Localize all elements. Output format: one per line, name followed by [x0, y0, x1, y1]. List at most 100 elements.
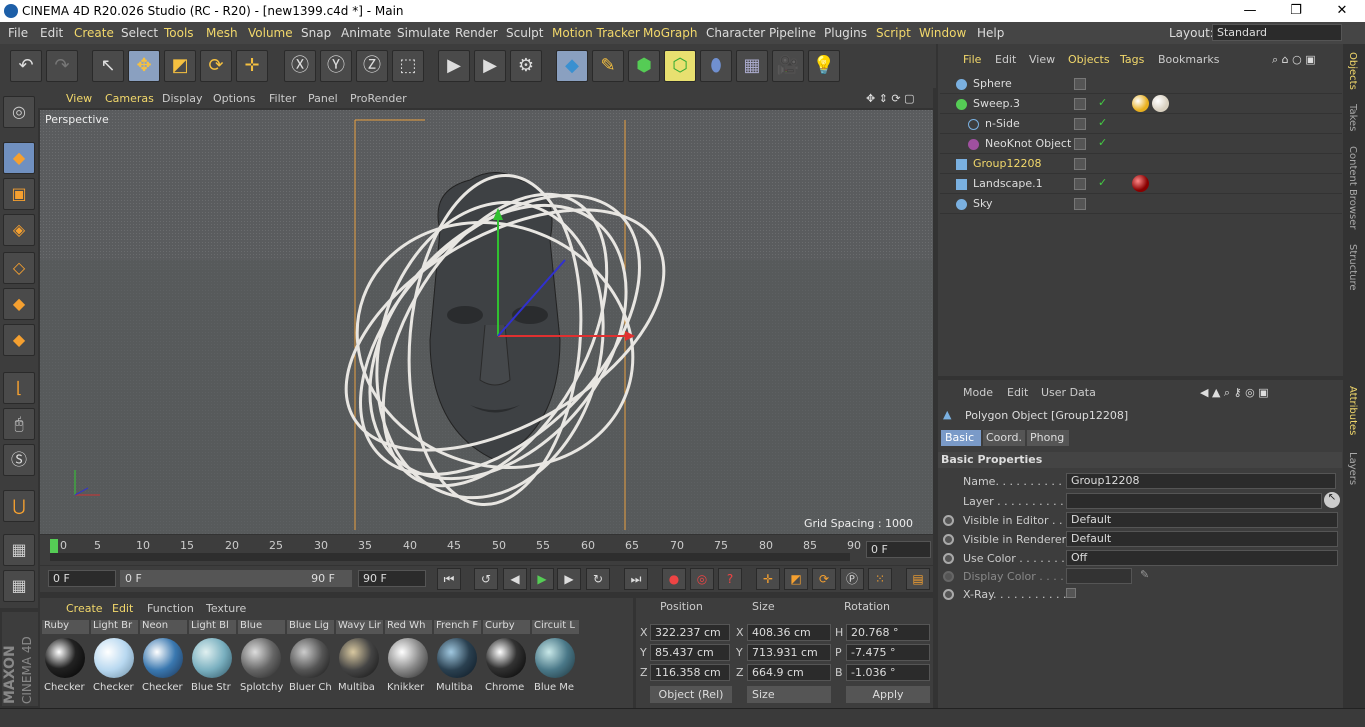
- menu-motion-tracker[interactable]: Motion Tracker: [552, 26, 640, 40]
- material-swatch[interactable]: Light Br Checker: [91, 620, 138, 700]
- enabled-check-icon[interactable]: ✓: [1098, 96, 1107, 109]
- eyedropper-icon[interactable]: ✎: [1140, 568, 1149, 581]
- menu-edit[interactable]: Edit: [40, 26, 63, 40]
- xray-radio[interactable]: [943, 589, 954, 600]
- object-row[interactable]: Sweep.3 ✓: [940, 94, 1342, 114]
- undo-icon[interactable]: ↶: [10, 50, 42, 82]
- use-color-select[interactable]: Off: [1066, 550, 1338, 566]
- obj-menu-bookmarks[interactable]: Bookmarks: [1158, 53, 1219, 66]
- y-axis-icon[interactable]: Ⓨ: [320, 50, 352, 82]
- live-selection-icon[interactable]: ↖: [92, 50, 124, 82]
- key-parameter-icon[interactable]: Ⓟ: [840, 568, 864, 590]
- object-row[interactable]: Landscape.1 ✓: [940, 174, 1342, 194]
- menu-file[interactable]: File: [8, 26, 28, 40]
- menu-mograph[interactable]: MoGraph: [643, 26, 698, 40]
- tab-objects[interactable]: Objects: [1347, 52, 1358, 90]
- goto-prev-key-icon[interactable]: ↺: [474, 568, 498, 590]
- attr-menu-mode[interactable]: Mode: [963, 386, 993, 399]
- material-swatch[interactable]: Curby Chrome: [483, 620, 530, 700]
- material-swatch[interactable]: Blue Lig Bluer Ch: [287, 620, 334, 700]
- visibility-toggle[interactable]: [1074, 118, 1086, 130]
- close-button[interactable]: ✕: [1319, 0, 1365, 22]
- material-swatch[interactable]: Blue Splotchy: [238, 620, 285, 700]
- obj-search-icon[interactable]: ⌕ ⌂ ○ ▣: [1272, 53, 1316, 67]
- polygons-mode-icon[interactable]: ◆: [3, 324, 35, 356]
- play-icon[interactable]: ▶: [530, 568, 554, 590]
- start-frame-field[interactable]: 0 F: [48, 570, 116, 587]
- light-icon[interactable]: 💡: [808, 50, 840, 82]
- menu-script[interactable]: Script: [876, 26, 911, 40]
- viewport-menu-prorender[interactable]: ProRender: [350, 92, 407, 105]
- points-mode-icon[interactable]: ◇: [3, 252, 35, 284]
- maximize-button[interactable]: ❐: [1273, 0, 1319, 22]
- visible-renderer-radio[interactable]: [943, 534, 954, 545]
- display-color-radio[interactable]: [943, 571, 954, 582]
- deformer-icon[interactable]: ⬮: [700, 50, 732, 82]
- visibility-toggle[interactable]: [1074, 138, 1086, 150]
- name-field[interactable]: Group12208: [1066, 473, 1336, 489]
- size-z-field[interactable]: 664.9 cm: [747, 664, 831, 681]
- camera-icon[interactable]: 🎥: [772, 50, 804, 82]
- coords-mode-select[interactable]: Object (Rel): [650, 686, 732, 703]
- menu-mesh[interactable]: Mesh: [206, 26, 238, 40]
- attr-nav-icons[interactable]: ◀ ▲ ⌕ ⚷ ◎ ▣: [1200, 386, 1269, 400]
- tab-takes[interactable]: Takes: [1347, 104, 1358, 131]
- obj-menu-file[interactable]: File: [963, 53, 981, 66]
- layer-pick-icon[interactable]: ↖: [1324, 492, 1340, 508]
- model-mode-icon[interactable]: ◆: [3, 142, 35, 174]
- key-scale-icon[interactable]: ◩: [784, 568, 808, 590]
- move-icon[interactable]: ✥: [128, 50, 160, 82]
- key-rotation-icon[interactable]: ⟳: [812, 568, 836, 590]
- tab-content-browser[interactable]: Content Browser: [1347, 146, 1358, 229]
- locked-workplane-icon[interactable]: ▦: [3, 534, 35, 566]
- material-tag-icon[interactable]: [1132, 175, 1149, 192]
- use-color-radio[interactable]: [943, 553, 954, 564]
- minimize-button[interactable]: —: [1227, 0, 1273, 22]
- edges-mode-icon[interactable]: ◆: [3, 288, 35, 320]
- make-editable-icon[interactable]: ◎: [3, 96, 35, 128]
- render-settings-icon[interactable]: ⚙: [510, 50, 542, 82]
- workplane-mode-icon[interactable]: ◈: [3, 214, 35, 246]
- menu-sculpt[interactable]: Sculpt: [506, 26, 543, 40]
- key-pla-icon[interactable]: ⁙: [868, 568, 892, 590]
- object-row[interactable]: NeoKnot Object ✓: [940, 134, 1342, 154]
- coords-size-mode-select[interactable]: Size: [747, 686, 831, 703]
- tab-phong[interactable]: Phong: [1027, 430, 1069, 446]
- tab-structure[interactable]: Structure: [1347, 244, 1358, 291]
- planar-workplane-icon[interactable]: ▦: [3, 570, 35, 602]
- material-tag-icon[interactable]: [1132, 95, 1149, 112]
- end-frame-field[interactable]: 90 F: [358, 570, 426, 587]
- x-axis-icon[interactable]: Ⓧ: [284, 50, 316, 82]
- position-z-field[interactable]: 116.358 cm: [650, 664, 730, 681]
- menu-snap[interactable]: Snap: [301, 26, 331, 40]
- menu-volume[interactable]: Volume: [248, 26, 293, 40]
- cube-icon[interactable]: ◆: [556, 50, 588, 82]
- next-frame-icon[interactable]: ▶: [557, 568, 581, 590]
- obj-menu-view[interactable]: View: [1029, 53, 1055, 66]
- playhead[interactable]: [50, 539, 58, 553]
- keyframe-selection-icon[interactable]: ?: [718, 568, 742, 590]
- viewport-menu-panel[interactable]: Panel: [308, 92, 338, 105]
- goto-end-icon[interactable]: ⏭: [624, 568, 648, 590]
- enabled-check-icon[interactable]: ✓: [1098, 136, 1107, 149]
- material-swatch[interactable]: Circuit L Blue Me: [532, 620, 579, 700]
- timeline[interactable]: 0 5 10 15 20 25 30 35 40 45 50 55 60 65 …: [40, 535, 933, 565]
- tab-basic[interactable]: Basic: [941, 430, 981, 446]
- xray-checkbox[interactable]: [1066, 588, 1076, 598]
- object-row[interactable]: Sky: [940, 194, 1342, 214]
- menu-simulate[interactable]: Simulate: [397, 26, 450, 40]
- menu-select[interactable]: Select: [121, 26, 158, 40]
- goto-next-key-icon[interactable]: ↻: [586, 568, 610, 590]
- visible-renderer-select[interactable]: Default: [1066, 531, 1338, 547]
- record-keys-icon[interactable]: ●: [662, 568, 686, 590]
- viewport-menu-filter[interactable]: Filter: [269, 92, 296, 105]
- viewport-menu-display[interactable]: Display: [162, 92, 203, 105]
- layer-field[interactable]: [1066, 493, 1322, 509]
- subdivision-icon[interactable]: ⬢: [628, 50, 660, 82]
- material-swatch[interactable]: Ruby Checker: [42, 620, 89, 700]
- material-menu-edit[interactable]: Edit: [112, 602, 133, 615]
- material-menu-create[interactable]: Create: [66, 602, 103, 615]
- rotate-icon[interactable]: ⟳: [200, 50, 232, 82]
- obj-menu-objects[interactable]: Objects: [1068, 53, 1110, 66]
- current-frame-field[interactable]: 0 F: [866, 541, 931, 558]
